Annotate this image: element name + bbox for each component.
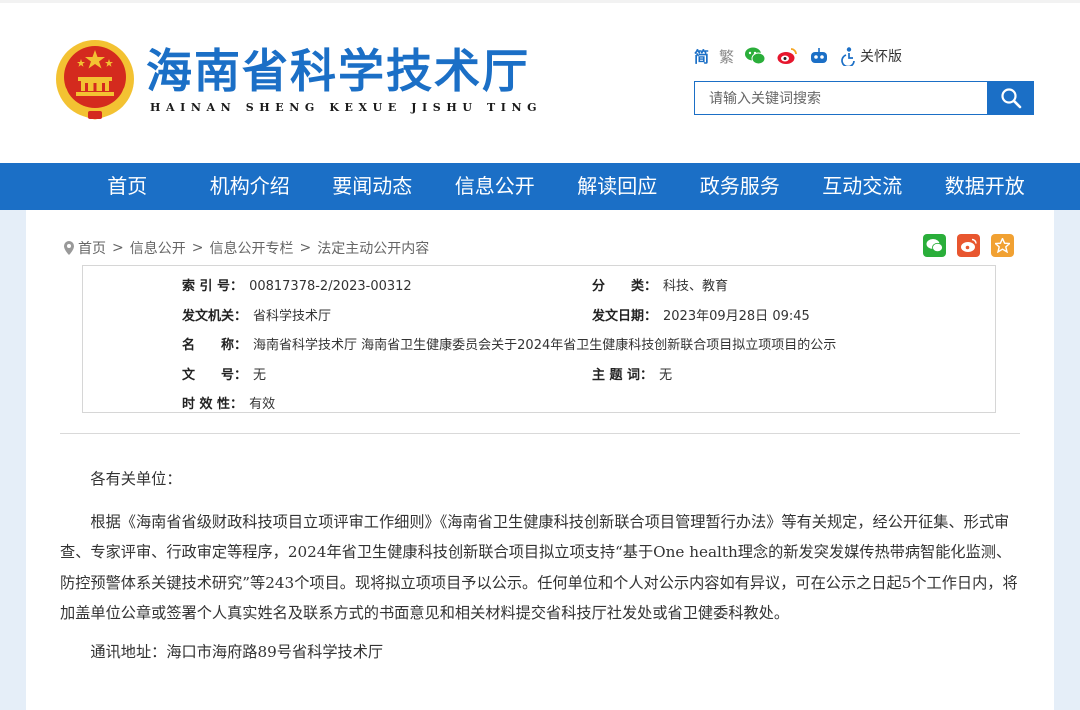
meta-docno-value: 无 [253, 368, 267, 383]
article-address: 通讯地址：海口市海府路89号省科学技术厅 [90, 642, 384, 661]
article-body: 各有关单位： 根据《海南省省级财政科技项目立项评审工作细则》《海南省卫生健康科技… [60, 464, 1022, 667]
meta-name-value: 海南省科学技术厅 海南省卫生健康委员会关于2024年省卫生健康科技创新联合项目拟… [253, 338, 837, 353]
nav-item-disclosure[interactable]: 信息公开 [434, 163, 557, 210]
star-icon [995, 238, 1010, 253]
meta-validity-value: 有效 [249, 397, 276, 412]
meta-date: 发文日期： 2023年09月28日 09:45 [592, 307, 810, 327]
header-tools: 简 繁 关怀版 [694, 43, 902, 69]
main-nav: 首页 机构介绍 要闻动态 信息公开 解读回应 政务服务 互动交流 数据开放 [0, 163, 1080, 210]
content-panel: 首页 > 信息公开 > 信息公开专栏 > 法定主动公开内容 索 引 号： 008… [26, 210, 1054, 710]
meta-category-label: 分 类： [592, 279, 658, 294]
meta-name-label: 名 称： [182, 338, 248, 353]
breadcrumb-disclosure-column[interactable]: 信息公开专栏 [209, 238, 293, 258]
meta-issuer: 发文机关： 省科学技术厅 [182, 307, 331, 327]
meta-name: 名 称： 海南省科学技术厅 海南省卫生健康委员会关于2024年省卫生健康科技创新联… [182, 336, 836, 356]
article-paragraph: 根据《海南省省级财政科技项目立项评审工作细则》《海南省卫生健康科技创新联合项目管… [60, 512, 1018, 623]
main-nav-list: 首页 机构介绍 要闻动态 信息公开 解读回应 政务服务 互动交流 数据开放 [0, 163, 1080, 210]
breadcrumb: 首页 > 信息公开 > 信息公开专栏 > 法定主动公开内容 [64, 238, 429, 258]
search-button[interactable] [987, 81, 1034, 115]
breadcrumb-current[interactable]: 法定主动公开内容 [317, 238, 429, 258]
share-buttons [923, 234, 1014, 257]
nav-item-interaction[interactable]: 互动交流 [801, 163, 924, 210]
document-metadata: 索 引 号： 00817378-2/2023-00312 分 类： 科技、教育 发文… [82, 265, 996, 413]
care-mode-label: 关怀版 [860, 49, 903, 65]
care-mode-toggle[interactable]: 关怀版 [840, 46, 902, 66]
meta-validity-label: 时 效 性： [182, 397, 244, 412]
location-pin-icon [64, 241, 74, 255]
breadcrumb-separator: > [299, 240, 312, 256]
meta-issuer-value: 省科学技术厅 [253, 309, 332, 324]
traditional-chinese-toggle[interactable]: 繁 [719, 46, 734, 67]
meta-category-value: 科技、教育 [663, 279, 729, 294]
search-icon [1000, 88, 1021, 109]
meta-date-label: 发文日期： [592, 309, 658, 324]
favorite-button[interactable] [991, 234, 1014, 257]
search-input[interactable] [694, 81, 987, 115]
meta-date-value: 2023年09月28日 09:45 [663, 309, 810, 324]
breadcrumb-separator: > [112, 240, 124, 256]
breadcrumb-separator: > [191, 240, 204, 256]
breadcrumb-disclosure[interactable]: 信息公开 [130, 238, 186, 258]
wechat-icon [926, 239, 943, 253]
meta-topic: 主 题 词： 无 [592, 366, 672, 386]
section-divider [60, 433, 1020, 434]
nav-item-interpretation[interactable]: 解读回应 [556, 163, 679, 210]
nav-item-news[interactable]: 要闻动态 [311, 163, 434, 210]
article-greeting: 各有关单位： [90, 470, 182, 488]
meta-index-value: 00817378-2/2023-00312 [249, 279, 412, 294]
site-header: 海南省科学技术厅 HAINAN SHENG KEXUE JISHU TING 简… [0, 0, 1080, 163]
weibo-icon [961, 238, 977, 252]
wechat-icon[interactable] [744, 46, 766, 66]
share-wechat-button[interactable] [923, 234, 946, 257]
breadcrumb-home[interactable]: 首页 [78, 238, 106, 258]
site-subtitle: HAINAN SHENG KEXUE JISHU TING [150, 101, 543, 114]
share-weibo-button[interactable] [957, 234, 980, 257]
nav-item-about[interactable]: 机构介绍 [189, 163, 312, 210]
national-emblem-icon [56, 40, 134, 120]
care-icon [841, 47, 855, 66]
meta-topic-value: 无 [659, 368, 673, 383]
nav-item-home[interactable]: 首页 [66, 163, 189, 210]
nav-item-services[interactable]: 政务服务 [679, 163, 802, 210]
weibo-icon[interactable] [776, 46, 798, 66]
nav-item-open-data[interactable]: 数据开放 [924, 163, 1047, 210]
search-box [694, 81, 1034, 115]
meta-docno: 文 号： 无 [182, 366, 266, 386]
site-title: 海南省科学技术厅 [146, 44, 530, 98]
meta-category: 分 类： 科技、教育 [592, 277, 728, 297]
meta-validity: 时 效 性： 有效 [182, 395, 275, 415]
meta-index: 索 引 号： 00817378-2/2023-00312 [182, 277, 412, 297]
meta-issuer-label: 发文机关： [182, 309, 248, 324]
meta-docno-label: 文 号： [182, 368, 248, 383]
simplified-chinese-toggle[interactable]: 简 [694, 46, 709, 67]
meta-index-label: 索 引 号： [182, 279, 244, 294]
robot-icon[interactable] [808, 46, 830, 66]
meta-topic-label: 主 题 词： [592, 368, 654, 383]
